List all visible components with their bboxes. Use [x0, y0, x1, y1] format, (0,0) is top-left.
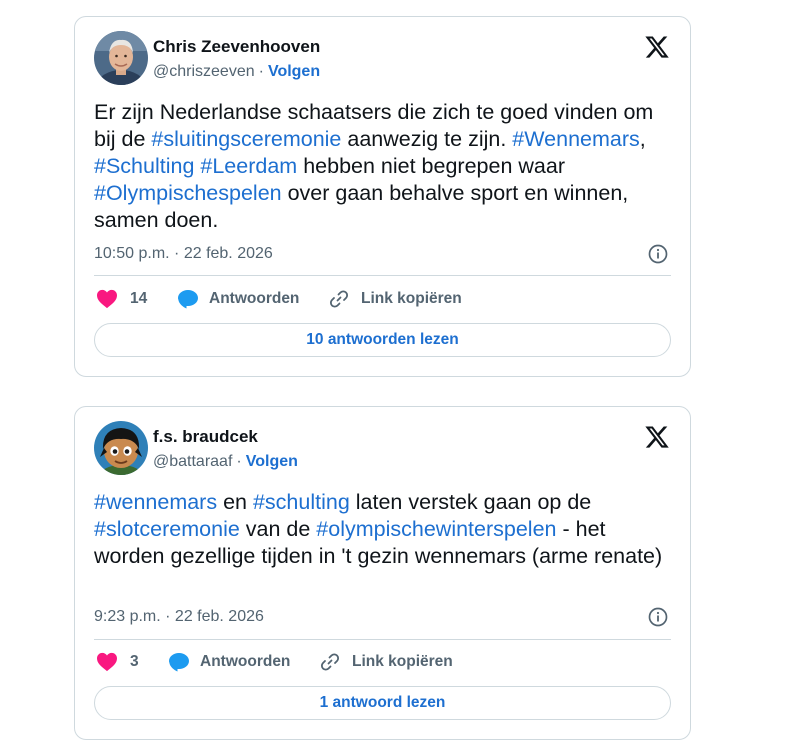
- read-replies-button[interactable]: 1 antwoord lezen: [94, 686, 671, 720]
- avatar[interactable]: [94, 421, 148, 475]
- separator-dot: ·: [258, 63, 264, 80]
- hashtag-link[interactable]: #slotceremonie: [94, 517, 240, 541]
- like-count: 14: [130, 290, 148, 307]
- author-handle[interactable]: @chriszeeven: [153, 63, 255, 80]
- separator-dot: ·: [236, 453, 242, 470]
- info-icon[interactable]: [648, 244, 668, 264]
- follow-button[interactable]: Volgen: [246, 453, 298, 470]
- reply-bubble-icon: [178, 290, 198, 309]
- tweet-text: Er zijn Nederlandse schaatsers die zich …: [94, 99, 670, 234]
- tweet-text-segment: ,: [639, 127, 646, 151]
- hashtag-link[interactable]: #wennemars: [94, 490, 217, 514]
- author-handle-row: @chriszeeven · Volgen: [153, 63, 320, 81]
- author-display-name[interactable]: Chris Zeevenhooven: [153, 37, 320, 57]
- tweet-text-segment: van de: [239, 517, 317, 541]
- copy-link-button[interactable]: Link kopiëren: [329, 289, 462, 309]
- copy-link-label: Link kopiëren: [361, 290, 462, 307]
- hashtag-link[interactable]: #sluitingsceremonie: [151, 127, 341, 151]
- tweet-actions: 3 Antwoorden Link kopiëren: [94, 652, 671, 676]
- author-display-name[interactable]: f.s. braudcek: [153, 427, 258, 447]
- tweet-timestamp[interactable]: 10:50 p.m. · 22 feb. 2026: [94, 245, 273, 263]
- hashtag-link[interactable]: #Wennemars: [512, 127, 639, 151]
- x-logo-icon[interactable]: [644, 34, 670, 60]
- reply-bubble-icon: [169, 653, 189, 672]
- reply-button[interactable]: Antwoorden: [168, 652, 290, 672]
- hashtag-link[interactable]: #schulting: [253, 490, 350, 514]
- divider: [94, 639, 671, 640]
- copy-link-label: Link kopiëren: [352, 653, 453, 670]
- tweet-text-segment: en: [217, 490, 253, 514]
- tweet-text: #wennemars en #schulting laten verstek g…: [94, 489, 670, 570]
- tweet-timestamp[interactable]: 9:23 p.m. · 22 feb. 2026: [94, 608, 264, 626]
- reply-button[interactable]: Antwoorden: [177, 289, 299, 309]
- follow-button[interactable]: Volgen: [268, 63, 320, 80]
- hashtag-link[interactable]: #Olympischespelen: [94, 181, 282, 205]
- like-button[interactable]: 3: [96, 652, 139, 672]
- heart-icon: [97, 289, 117, 309]
- tweet-card: f.s. braudcek @battaraaf · Volgen #wennema…: [74, 406, 691, 740]
- read-replies-button[interactable]: 10 antwoorden lezen: [94, 323, 671, 357]
- tweet-text-segment: laten verstek gaan op de: [349, 490, 592, 514]
- like-count: 3: [130, 653, 139, 670]
- tweet-card: Chris Zeevenhooven @chriszeeven · Volgen E…: [74, 16, 691, 377]
- tweet-actions: 14 Antwoorden Link kopiëren: [94, 289, 671, 313]
- link-icon: [329, 290, 349, 308]
- divider: [94, 275, 671, 276]
- reply-label: Antwoorden: [209, 290, 300, 307]
- author-handle[interactable]: @battaraaf: [153, 453, 232, 470]
- tweet-text-segment: aanwezig te zijn.: [341, 127, 513, 151]
- reply-label: Antwoorden: [200, 653, 291, 670]
- link-icon: [320, 653, 340, 671]
- like-button[interactable]: 14: [96, 289, 147, 309]
- tweet-text-segment: hebben niet begrepen waar: [297, 154, 565, 178]
- info-icon[interactable]: [648, 607, 668, 627]
- hashtag-link[interactable]: #olympischewinterspelen: [316, 517, 556, 541]
- heart-icon: [97, 652, 117, 672]
- hashtag-link[interactable]: #Schulting: [94, 154, 194, 178]
- hashtag-link[interactable]: #Leerdam: [200, 154, 297, 178]
- author-handle-row: @battaraaf · Volgen: [153, 453, 298, 471]
- copy-link-button[interactable]: Link kopiëren: [320, 652, 453, 672]
- x-logo-icon[interactable]: [644, 424, 670, 450]
- avatar[interactable]: [94, 31, 148, 85]
